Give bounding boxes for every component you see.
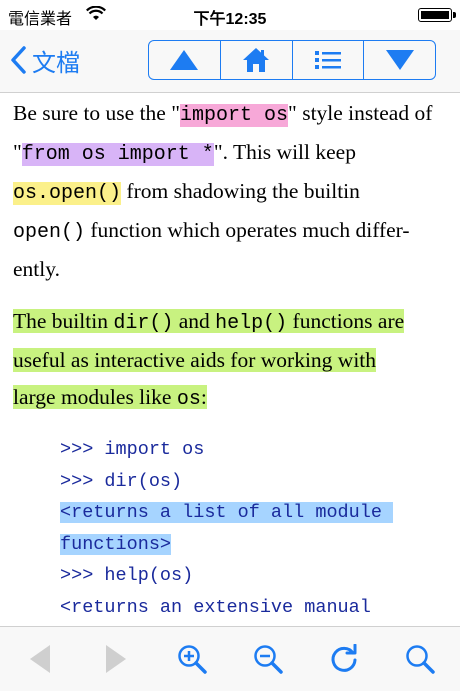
clock: 下午12:35: [193, 11, 267, 28]
text-run: functions are: [287, 309, 405, 333]
text-run: and: [173, 309, 216, 333]
status-bar: 電信業者 下午12:35: [0, 0, 460, 30]
code-dir: dir(): [113, 312, 174, 335]
page-navigation-control: [148, 40, 436, 80]
triangle-up-icon: [170, 50, 199, 70]
bottom-toolbar: [0, 626, 460, 691]
home-icon: [243, 48, 270, 72]
text-run: :: [200, 385, 207, 409]
text-run: ". This will keep: [213, 140, 356, 164]
code-line: <returns a list of all module: [60, 502, 394, 523]
back-button[interactable]: 文檔: [10, 42, 80, 78]
rotate-button[interactable]: [326, 641, 362, 677]
text-run: function which operates much differ-: [85, 218, 410, 242]
code-help: help(): [215, 312, 288, 335]
text-run: useful as interactive aids for working w…: [13, 348, 377, 372]
previous-page-button[interactable]: [149, 41, 221, 79]
search-icon: [406, 645, 435, 674]
document-content[interactable]: Be sure to use the "import os" style ins…: [0, 93, 460, 626]
code-line: <returns an extensive manual: [60, 596, 371, 618]
code-line: >>> import os: [60, 439, 205, 460]
zoom-out-button[interactable]: [250, 641, 286, 677]
next-page-button[interactable]: [364, 41, 435, 79]
zoom-in-icon: [178, 645, 207, 674]
code-line: functions>: [60, 533, 172, 555]
list-icon: [314, 51, 341, 69]
forward-page-button[interactable]: [98, 641, 134, 677]
home-button[interactable]: [221, 41, 293, 79]
triangle-right-icon: [106, 645, 126, 673]
paragraph-os-import: Be sure to use the "import os" style ins…: [13, 95, 447, 288]
code-import-os: import os: [180, 104, 289, 127]
text-run: large modules like: [13, 385, 177, 409]
code-os: os: [176, 388, 201, 411]
battery-icon: [418, 8, 456, 22]
text-run: from shadowing the builtin: [121, 179, 360, 203]
chevron-left-icon: [11, 46, 26, 74]
text-run: ently.: [13, 257, 60, 281]
text-run: Be sure to use the ": [13, 101, 181, 125]
back-page-button[interactable]: [22, 641, 58, 677]
triangle-down-icon: [385, 50, 414, 70]
paragraph-builtin-functions: The builtin dir() and help() functions a…: [13, 303, 447, 418]
triangle-left-icon: [30, 645, 50, 673]
code-open: open(): [13, 221, 86, 244]
code-os-open: os.open(): [13, 182, 122, 205]
code-line: >>> dir(os): [60, 470, 183, 492]
zoom-out-icon: [254, 645, 283, 674]
navigation-bar: 文檔: [0, 30, 460, 93]
contents-button[interactable]: [293, 41, 365, 79]
code-line: >>> help(os): [60, 565, 194, 586]
search-button[interactable]: [402, 641, 438, 677]
zoom-in-button[interactable]: [174, 641, 210, 677]
text-run: The builtin: [13, 309, 114, 333]
code-block: >>> import os >>> dir(os) <returns a lis…: [60, 434, 450, 623]
code-from-os-import: from os import *: [21, 143, 214, 166]
rotate-icon: [331, 644, 357, 672]
back-label: 文檔: [32, 49, 80, 77]
